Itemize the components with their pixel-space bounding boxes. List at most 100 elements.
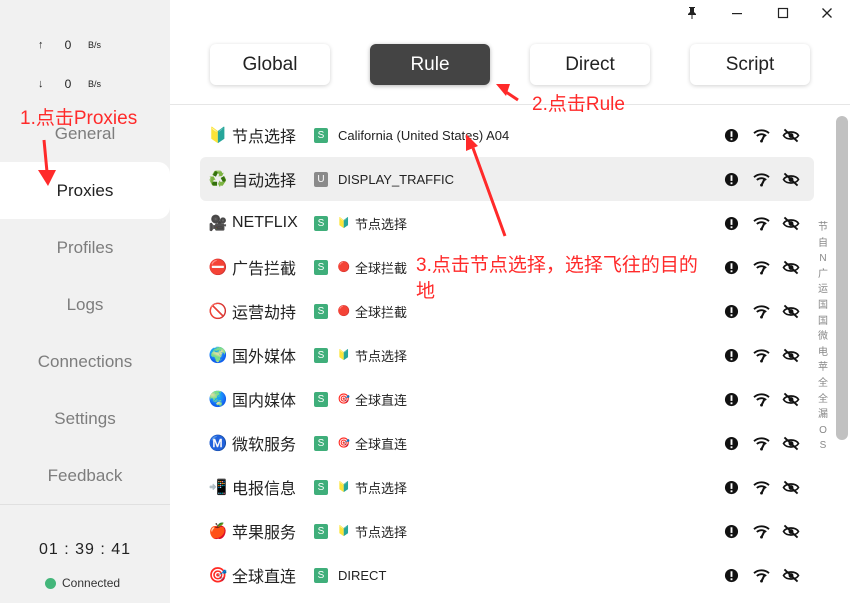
eye-hidden-icon[interactable] — [782, 170, 800, 188]
index-letter[interactable]: O — [815, 423, 831, 439]
index-letter[interactable]: 运 — [815, 282, 831, 298]
group-icon: Ⓜ️ — [208, 435, 228, 452]
annotation-step2: 2.点击Rule — [532, 94, 625, 115]
wifi-speed-icon[interactable] — [752, 214, 770, 232]
index-letter[interactable]: 广 — [815, 267, 831, 283]
sidebar-item-feedback[interactable]: Feedback — [0, 447, 170, 504]
group-index-bar[interactable]: 节自N广运国国微电苹全全漏OS — [815, 220, 831, 454]
scrollbar[interactable] — [836, 116, 848, 440]
eye-hidden-icon[interactable] — [782, 214, 800, 232]
eye-hidden-icon[interactable] — [782, 126, 800, 144]
sidebar-item-logs[interactable]: Logs — [0, 276, 170, 333]
index-letter[interactable]: 全 — [815, 392, 831, 408]
index-letter[interactable]: 漏 — [815, 407, 831, 423]
header-divider — [170, 104, 850, 105]
sidebar-item-profiles[interactable]: Profiles — [0, 219, 170, 276]
group-actions — [722, 421, 800, 465]
wifi-speed-icon[interactable] — [752, 566, 770, 584]
alert-icon[interactable] — [722, 258, 740, 276]
group-name: 全球直连 — [232, 569, 297, 586]
wifi-speed-icon[interactable] — [752, 258, 770, 276]
proxy-group-row[interactable]: 🌏 国内媒体 S 🎯 全球直连 — [200, 377, 814, 421]
group-icon: 📲 — [208, 479, 228, 496]
proxy-group-row[interactable]: 🎯 全球直连 S DIRECT — [200, 553, 814, 597]
wifi-speed-icon[interactable] — [752, 126, 770, 144]
mode-rule-button[interactable]: Rule — [370, 44, 490, 85]
pin-icon[interactable] — [680, 2, 704, 24]
sidebar-item-connections[interactable]: Connections — [0, 333, 170, 390]
sidebar-item-settings[interactable]: Settings — [0, 390, 170, 447]
proxy-group-row[interactable]: Ⓜ️ 微软服务 S 🎯 全球直连 — [200, 421, 814, 465]
wifi-speed-icon[interactable] — [752, 478, 770, 496]
eye-hidden-icon[interactable] — [782, 346, 800, 364]
mode-direct-button[interactable]: Direct — [530, 44, 650, 85]
alert-icon[interactable] — [722, 214, 740, 232]
index-letter[interactable]: 国 — [815, 314, 831, 330]
download-speed: ↓ 0 B/s — [38, 77, 101, 91]
wifi-speed-icon[interactable] — [752, 302, 770, 320]
group-type-badge: S — [314, 303, 328, 319]
wifi-speed-icon[interactable] — [752, 170, 770, 188]
proxy-group-row[interactable]: 🍎 苹果服务 S 🔰 节点选择 — [200, 509, 814, 553]
minimize-icon[interactable] — [725, 2, 749, 24]
wifi-speed-icon[interactable] — [752, 390, 770, 408]
index-letter[interactable]: 节 — [815, 220, 831, 236]
index-letter[interactable]: 全 — [815, 376, 831, 392]
group-type-badge: S — [314, 259, 328, 275]
eye-hidden-icon[interactable] — [782, 390, 800, 408]
proxy-group-row[interactable]: 🌍 国外媒体 S 🔰 节点选择 — [200, 333, 814, 377]
sidebar-item-proxies[interactable]: Proxies — [0, 162, 170, 219]
index-letter[interactable]: S — [815, 438, 831, 454]
index-letter[interactable]: 微 — [815, 329, 831, 345]
alert-icon[interactable] — [722, 434, 740, 452]
proxy-group-row[interactable]: 🎥 NETFLIX S 🔰 节点选择 — [200, 201, 814, 245]
group-type-badge: S — [314, 215, 328, 231]
selected-node: DISPLAY_TRAFFIC — [338, 171, 455, 187]
group-name: 节点选择 — [232, 129, 297, 146]
maximize-icon[interactable] — [771, 2, 795, 24]
group-icon: 🎥 — [208, 215, 228, 232]
group-name: 广告拦截 — [232, 261, 297, 278]
selected-node-icon: 🎯 — [337, 437, 351, 449]
alert-icon[interactable] — [722, 522, 740, 540]
eye-hidden-icon[interactable] — [782, 302, 800, 320]
wifi-speed-icon[interactable] — [752, 434, 770, 452]
alert-icon[interactable] — [722, 126, 740, 144]
wifi-speed-icon[interactable] — [752, 346, 770, 364]
mode-global-button[interactable]: Global — [210, 44, 330, 85]
proxy-group-row[interactable]: 🔰 节点选择 S California (United States) A04 — [200, 113, 814, 157]
alert-icon[interactable] — [722, 346, 740, 364]
download-value: 0 — [64, 77, 72, 91]
selected-node-icon: 🔴 — [337, 261, 351, 273]
eye-hidden-icon[interactable] — [782, 566, 800, 584]
group-actions — [722, 377, 800, 421]
index-letter[interactable]: 电 — [815, 345, 831, 361]
eye-hidden-icon[interactable] — [782, 434, 800, 452]
eye-hidden-icon[interactable] — [782, 478, 800, 496]
close-icon[interactable] — [815, 2, 839, 24]
alert-icon[interactable] — [722, 390, 740, 408]
alert-icon[interactable] — [722, 478, 740, 496]
proxy-group-row[interactable]: 🚫 运营劫持 S 🔴 全球拦截 — [200, 289, 814, 333]
uptime-clock: 01 : 39 : 41 — [38, 541, 132, 558]
index-letter[interactable]: 苹 — [815, 360, 831, 376]
alert-icon[interactable] — [722, 302, 740, 320]
eye-hidden-icon[interactable] — [782, 522, 800, 540]
proxy-group-row[interactable]: ♻️ 自动选择 U DISPLAY_TRAFFIC — [200, 157, 814, 201]
index-letter[interactable]: 自 — [815, 236, 831, 252]
alert-icon[interactable] — [722, 170, 740, 188]
eye-hidden-icon[interactable] — [782, 258, 800, 276]
wifi-speed-icon[interactable] — [752, 522, 770, 540]
index-letter[interactable]: 国 — [815, 298, 831, 314]
mode-script-button[interactable]: Script — [690, 44, 810, 85]
group-actions — [722, 509, 800, 553]
selected-node: 节点选择 — [355, 524, 408, 540]
index-letter[interactable]: N — [815, 251, 831, 267]
status-dot-icon — [45, 577, 56, 589]
alert-icon[interactable] — [722, 566, 740, 584]
selected-node: 全球拦截 — [355, 304, 408, 320]
selected-node-icon: 🔰 — [337, 525, 351, 537]
proxy-group-row[interactable]: 📲 电报信息 S 🔰 节点选择 — [200, 465, 814, 509]
group-actions — [722, 113, 800, 157]
group-type-badge: S — [314, 523, 328, 539]
